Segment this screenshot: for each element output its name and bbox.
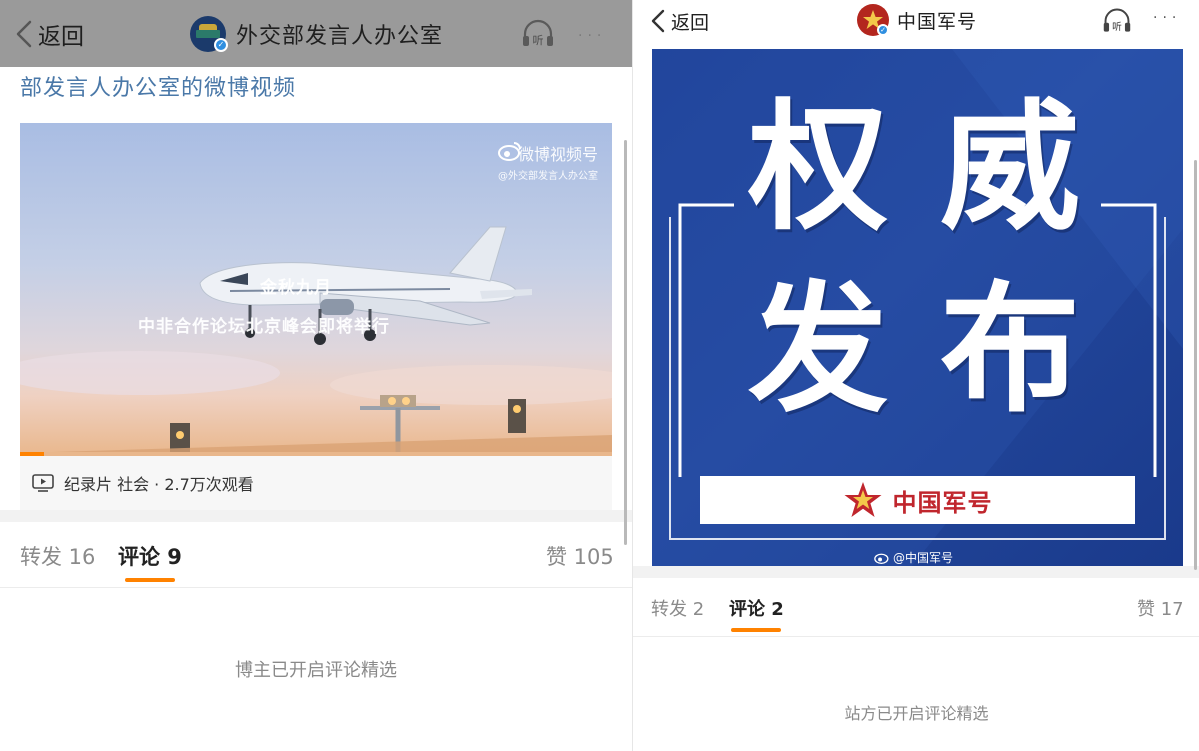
weibo-logo-icon: [874, 553, 889, 564]
left-more-options-icon[interactable]: ···: [578, 28, 606, 44]
left-scrollbar[interactable]: [624, 140, 627, 545]
right-interaction-tabs: 转发 2 评论 2 赞 17: [633, 594, 1199, 622]
right-back-button[interactable]: 返回: [649, 6, 709, 36]
comment-filter-notice: 博主已开启评论精选: [235, 660, 397, 681]
listen-label: 听: [1112, 21, 1122, 33]
left-listen-headphones-icon[interactable]: 听: [520, 17, 556, 51]
weibo-logo-icon: [498, 142, 521, 161]
listen-label: 听: [533, 34, 544, 47]
section-separator: [633, 566, 1199, 578]
active-tab-indicator: [125, 578, 175, 582]
left-weibo-post-panel: 返回 外交部发言人办公室 ✓ 听 ··· 部发言人办公室的微博视频 微博视频号 …: [0, 0, 632, 751]
verified-badge-icon: ✓: [214, 38, 228, 52]
video-watermark-subtext: @外交部发言人办公室: [498, 171, 598, 182]
poster-char-1: 权: [748, 87, 889, 250]
video-meta-text: 纪录片 社会 · 2.7万次观看: [64, 475, 254, 494]
chevron-left-icon: [651, 9, 665, 33]
tab-repost[interactable]: 转发 2: [651, 595, 704, 621]
poster-brand-text: 中国军号: [892, 488, 993, 517]
right-more-options-icon[interactable]: ···: [1153, 10, 1181, 26]
chevron-left-icon: [16, 20, 32, 48]
poster-credit: @中国军号: [874, 549, 953, 566]
right-weibo-post-panel: 返回 中国军号 ✓ 听 ··· 权 威 发 布 中国军号 @中国军号 转发 2 …: [632, 0, 1199, 751]
poster-char-2: 威: [940, 87, 1081, 250]
poster-char-3: 发: [748, 269, 889, 432]
left-back-label: 返回: [38, 24, 84, 50]
tab-likes[interactable]: 赞 17: [1137, 595, 1184, 621]
video-watermark: 微博视频号 @外交部发言人办公室: [498, 141, 598, 182]
right-back-label: 返回: [671, 11, 710, 34]
left-account-name: 外交部发言人办公室: [236, 24, 444, 49]
poster-brand-band: 中国军号: [700, 476, 1135, 524]
video-source-link[interactable]: 部发言人办公室的微博视频: [20, 70, 296, 102]
video-meta-bar: 纪录片 社会 · 2.7万次观看: [20, 456, 612, 510]
video-watermark-text: 微博视频号: [517, 145, 598, 164]
tab-comments[interactable]: 评论 2: [729, 595, 784, 621]
tab-repost[interactable]: 转发 16: [20, 541, 95, 571]
authoritative-release-poster[interactable]: 权 威 发 布 中国军号 @中国军号: [652, 49, 1183, 566]
right-listen-headphones-icon[interactable]: 听: [1101, 6, 1133, 36]
right-account-name: 中国军号: [897, 10, 978, 33]
army-star-emblem-icon: [844, 482, 881, 517]
left-top-bar: 返回 外交部发言人办公室 ✓ 听 ···: [0, 0, 632, 67]
tab-divider: [633, 636, 1199, 637]
tab-comments[interactable]: 评论 9: [118, 541, 182, 571]
right-top-bar: 返回 中国军号 ✓ 听 ···: [633, 0, 1199, 44]
video-caption-line-1: 金秋九月: [260, 278, 332, 298]
screenshot-root: 返回 外交部发言人办公室 ✓ 听 ··· 部发言人办公室的微博视频 微博视频号 …: [0, 0, 1199, 751]
runway-lights-graphic: [20, 395, 612, 456]
video-play-icon: [32, 474, 54, 492]
left-back-button[interactable]: 返回: [14, 18, 84, 50]
left-account-header[interactable]: 外交部发言人办公室: [190, 16, 443, 52]
comment-filter-notice: 站方已开启评论精选: [844, 704, 989, 723]
tab-likes[interactable]: 赞 105: [546, 541, 614, 571]
left-interaction-tabs: 转发 16 评论 9 赞 105: [0, 540, 632, 572]
right-account-header[interactable]: 中国军号: [857, 4, 977, 36]
poster-char-4: 布: [940, 269, 1081, 432]
tab-divider: [0, 587, 632, 588]
section-separator: [0, 510, 632, 522]
poster-credit-text: @中国军号: [893, 551, 954, 565]
video-caption-line-2: 中非合作论坛北京峰会即将举行: [138, 317, 390, 337]
video-player[interactable]: 微博视频号 @外交部发言人办公室 金秋九月 中非合作论坛北京峰会即将举行: [20, 123, 612, 456]
active-tab-indicator: [731, 628, 781, 632]
verified-badge-icon: ✓: [877, 24, 889, 36]
right-scrollbar[interactable]: [1194, 160, 1197, 570]
